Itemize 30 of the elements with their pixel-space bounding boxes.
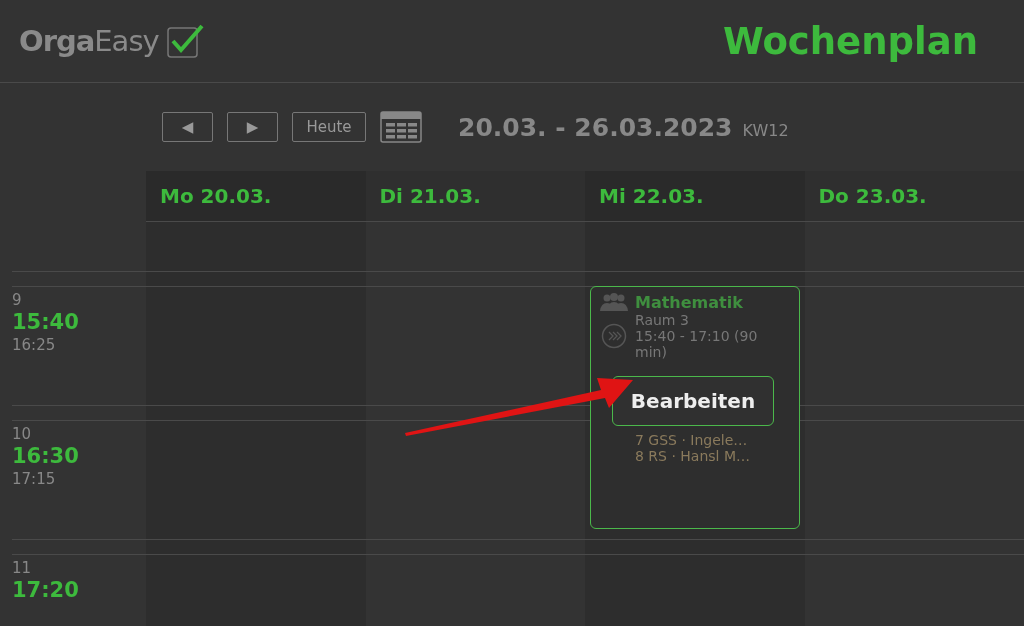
start-time: 17:20 xyxy=(12,577,80,604)
page-title: Wochenplan xyxy=(722,19,978,63)
class-entry: 7 GSS · Ingele… xyxy=(635,432,749,448)
checkbox-logo-icon xyxy=(166,24,205,58)
day-header: Mi 22.03. xyxy=(599,184,704,208)
start-time: 16:30 xyxy=(12,443,80,470)
end-time: 17:15 xyxy=(12,470,57,489)
class-entry: 8 RS · Hansl M… xyxy=(635,448,751,464)
forward-circle-icon xyxy=(601,323,627,349)
group-icon xyxy=(599,293,629,313)
end-time: 16:25 xyxy=(12,336,57,355)
lesson-subject: Mathematik xyxy=(635,293,744,312)
date-range: 20.03. - 26.03.2023 xyxy=(458,112,733,142)
lesson-time: 15:40 - 17:10 (90 min) xyxy=(635,328,759,360)
start-time: 15:40 xyxy=(12,309,80,336)
day-header: Di 21.03. xyxy=(379,184,481,208)
period-number: 9 xyxy=(12,291,23,309)
lesson-room: Raum 3 xyxy=(635,312,690,328)
day-header: Mo 20.03. xyxy=(160,184,272,208)
edit-button[interactable]: Bearbeiten xyxy=(612,376,774,426)
next-week-button[interactable]: ▶ xyxy=(227,112,278,142)
period-number: 11 xyxy=(12,559,33,577)
app-logo-text: OrgaEasy xyxy=(19,24,159,58)
day-header: Do 23.03. xyxy=(818,184,927,208)
lesson-card[interactable]: Mathematik Raum 3 15:40 - 17:10 (90 min) Bearbeiten 7 GSS · Ingele… 8 RS · Hansl M… xyxy=(590,286,800,529)
period-number: 10 xyxy=(12,425,33,443)
today-button[interactable]: Heute xyxy=(292,112,366,142)
calendar-icon[interactable] xyxy=(380,111,422,143)
week-number: KW12 xyxy=(742,120,789,140)
previous-week-button[interactable]: ◀ xyxy=(162,112,213,142)
